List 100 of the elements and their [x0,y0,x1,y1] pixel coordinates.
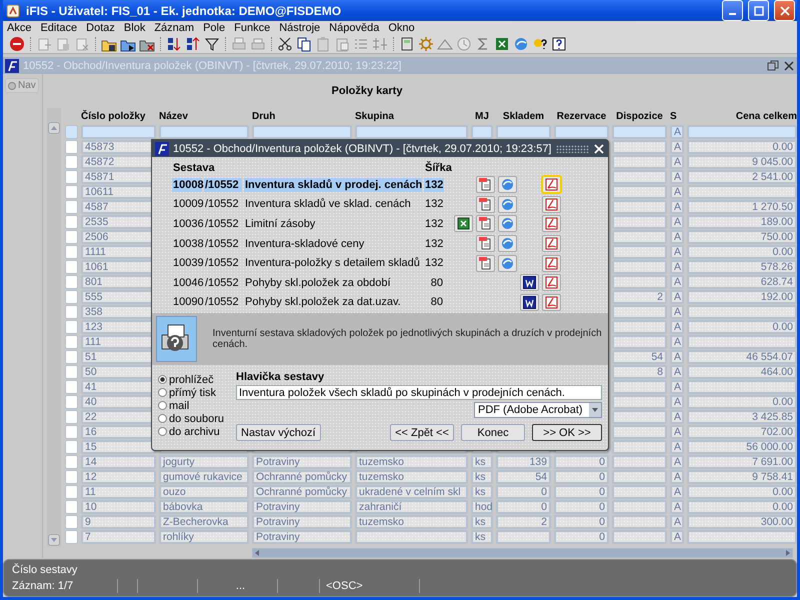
report-code[interactable]: 10039 [172,256,202,270]
report-module[interactable]: /10552 [204,197,242,212]
report-code[interactable]: 10009 [172,197,202,212]
table-cell[interactable]: Potraviny [252,454,352,468]
table-cell[interactable]: A [670,260,684,274]
report-name[interactable]: Pohyby skl.položek za období [244,276,422,290]
table-cell[interactable]: tuzemsko [355,454,468,468]
menu-item[interactable]: Dotaz [86,22,115,34]
table-cell[interactable]: jogurty [159,454,249,468]
table-cell[interactable]: 0.00 [687,320,797,334]
table-cell[interactable]: A [670,500,684,514]
menu-item[interactable]: Nápověda [329,22,380,34]
table-cell[interactable]: 7 [81,530,156,544]
table-cell[interactable]: A [670,424,684,438]
table-cell[interactable]: 192.00 [687,290,797,304]
table-cell[interactable]: A [670,214,684,228]
menu-item[interactable]: Editace [40,22,78,34]
table-cell[interactable]: A [670,154,684,168]
report-code[interactable]: 10036 [172,216,202,231]
report-name[interactable]: Inventura skladů ve sklad. cenách [244,197,422,212]
table-cell[interactable]: Ochranné pomůcky [252,470,352,484]
table-cell[interactable]: A [670,320,684,334]
table-cell[interactable]: A [670,230,684,244]
report-name[interactable]: Inventura skladů v prodej. cenách [244,178,422,192]
table-cell[interactable]: A [670,334,684,348]
report-width[interactable]: 132 [424,256,444,270]
table-cell[interactable]: A [670,364,684,378]
table-cell[interactable]: ks [471,530,493,544]
report-name[interactable]: Pohyby skl.položek za dat.uzav. [244,295,422,310]
table-cell[interactable]: Ochranné pomůcky [252,484,352,498]
report-code[interactable]: 10046 [172,276,202,290]
table-cell[interactable]: A [670,140,684,154]
menu-item[interactable]: Blok [124,22,146,34]
table-cell[interactable]: 300.00 [687,514,797,528]
table-cell[interactable]: ouzo [159,484,249,498]
table-cell[interactable]: rohlíky [159,530,249,544]
table-cell[interactable]: ks [471,484,493,498]
table-cell[interactable]: A [670,514,684,528]
table-cell[interactable]: 8 [612,364,667,378]
table-cell[interactable]: tuzemsko [355,470,468,484]
report-name[interactable]: Limitní zásoby [244,216,422,231]
table-cell[interactable]: A [670,470,684,484]
table-cell[interactable]: 0 [496,500,551,514]
table-cell[interactable]: gumové rukavice [159,470,249,484]
table-cell[interactable]: 0.00 [687,500,797,514]
report-module[interactable]: /10552 [204,256,242,270]
menu-item[interactable]: Funkce [234,22,270,34]
table-cell[interactable]: 9 045.00 [687,154,797,168]
table-cell[interactable]: 464.00 [687,364,797,378]
table-cell[interactable]: 54 [612,350,667,364]
reset-button[interactable]: Nastav výchozí [236,424,321,441]
table-cell[interactable]: 56 000.00 [687,440,797,454]
table-cell[interactable]: Z-Becherovka [159,514,249,528]
nav-button[interactable]: Nav [5,78,39,93]
table-cell[interactable]: ukradené v celním skl [355,484,468,498]
output-radio[interactable]: prohlížeč [158,373,228,386]
report-module[interactable]: /10552 [204,276,242,290]
table-cell[interactable]: 2 [612,290,667,304]
table-cell[interactable]: 0 [554,454,609,468]
table-cell[interactable]: 10 [81,500,156,514]
table-cell[interactable]: 2 [496,514,551,528]
table-cell[interactable]: A [670,200,684,214]
report-width[interactable]: 132 [424,216,444,231]
table-cell[interactable]: 189.00 [687,214,797,228]
table-cell[interactable]: Potraviny [252,514,352,528]
table-cell[interactable]: 9 758.41 [687,470,797,484]
dialog-button[interactable]: Konec [461,424,525,441]
output-radio[interactable]: do archivu [158,425,228,438]
report-width[interactable]: 132 [424,236,444,251]
table-cell[interactable]: 9 [81,514,156,528]
table-cell[interactable]: bábovka [159,500,249,514]
table-cell[interactable]: 0 [554,500,609,514]
table-cell[interactable]: A [670,454,684,468]
table-cell[interactable]: A [670,124,684,138]
table-cell[interactable]: 0 [554,530,609,544]
table-cell[interactable]: zahraničí [355,500,468,514]
dialog-button[interactable]: << Zpět << [390,424,454,441]
table-cell[interactable]: hod [471,500,493,514]
table-cell[interactable]: A [670,394,684,408]
output-radio[interactable]: přímý tisk [158,386,228,399]
format-select[interactable]: PDF (Adobe Acrobat) [474,402,602,418]
table-cell[interactable]: A [670,380,684,394]
table-cell[interactable]: A [670,410,684,424]
table-cell[interactable]: 750.00 [687,230,797,244]
output-radio[interactable]: do souboru [158,412,228,425]
table-cell[interactable]: 0 [554,470,609,484]
table-cell[interactable]: 11 [81,484,156,498]
table-cell[interactable]: ks [471,454,493,468]
table-cell[interactable]: 14 [81,454,156,468]
table-cell[interactable]: 0.00 [687,244,797,258]
menu-item[interactable]: Okno [388,22,415,34]
report-code[interactable]: 10038 [172,236,202,251]
table-cell[interactable]: 0 [554,514,609,528]
table-cell[interactable]: A [670,274,684,288]
table-cell[interactable]: A [670,484,684,498]
menu-item[interactable]: Akce [7,22,32,34]
table-cell[interactable]: 0.00 [687,394,797,408]
table-cell[interactable]: 0.00 [687,484,797,498]
menu-item[interactable]: Záznam [154,22,194,34]
table-cell[interactable]: 7 691.00 [687,454,797,468]
